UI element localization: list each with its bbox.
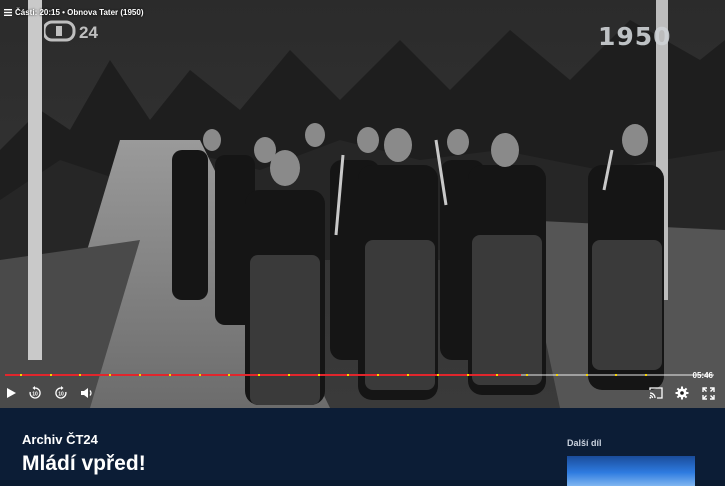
time-remaining: 05:46 [692,371,713,380]
series-link[interactable]: Archiv ČT24 [22,432,98,447]
forward-10-icon: 10 [55,386,67,399]
chapter-marker[interactable] [109,374,112,376]
next-episode-thumbnail[interactable] [567,456,695,486]
chapter-marker[interactable] [645,374,648,376]
chapter-marker[interactable] [555,374,558,376]
fullscreen-icon [701,386,715,400]
chapter-marker[interactable] [436,374,439,376]
chapter-marker[interactable] [79,374,82,376]
ct24-logo: 24 [44,20,98,42]
episode-info: Archiv ČT24 Mládí vpřed! Další díl [0,408,725,486]
video-frame[interactable] [0,0,725,408]
play-icon [7,388,16,398]
fullscreen-button[interactable] [699,384,717,402]
video-player[interactable]: Části: 20:15 • Obnova Tater (1950) 24 19… [0,0,725,408]
next-episode-label: Další díl [567,438,602,448]
chapters-label: Části: 20:15 • Obnova Tater (1950) [15,8,144,17]
chapter-marker[interactable] [49,374,52,376]
volume-icon [80,388,92,398]
control-bar: 10 10 [0,384,725,404]
chapter-marker[interactable] [496,374,499,376]
chapter-marker[interactable] [407,374,409,376]
episode-title: Mládí vpřed! [22,452,146,475]
svg-text:10: 10 [32,391,38,397]
svg-text:10: 10 [58,391,64,397]
play-button[interactable] [2,384,20,402]
chapter-marker[interactable] [139,374,141,376]
chapter-marker[interactable] [466,374,469,376]
chapter-marker[interactable] [377,374,380,376]
progress-bar[interactable] [5,373,714,377]
rewind-10-button[interactable]: 10 [26,384,44,402]
progress-fill [5,374,522,376]
replay-10-icon: 10 [29,386,41,399]
volume-button[interactable] [77,384,95,402]
svg-text:24: 24 [79,23,98,42]
gear-icon [675,386,689,400]
chapter-marker[interactable] [585,374,588,376]
chapter-marker[interactable] [347,374,350,376]
chapter-marker[interactable] [526,374,529,376]
chapter-marker[interactable] [287,374,290,376]
list-icon [4,9,12,16]
chapter-marker[interactable] [228,374,231,376]
chapters-menu[interactable]: Části: 20:15 • Obnova Tater (1950) [4,8,143,17]
settings-button[interactable] [673,384,691,402]
chapter-marker[interactable] [317,374,320,376]
forward-10-button[interactable]: 10 [52,384,70,402]
year-overlay: 1950 [598,22,672,51]
cast-icon [649,387,663,399]
chapter-marker[interactable] [19,374,22,376]
chapter-marker[interactable] [168,374,171,376]
chapter-marker[interactable] [615,374,618,376]
chapter-marker[interactable] [198,374,201,376]
cast-button[interactable] [647,384,665,402]
chapter-marker[interactable] [258,374,261,376]
